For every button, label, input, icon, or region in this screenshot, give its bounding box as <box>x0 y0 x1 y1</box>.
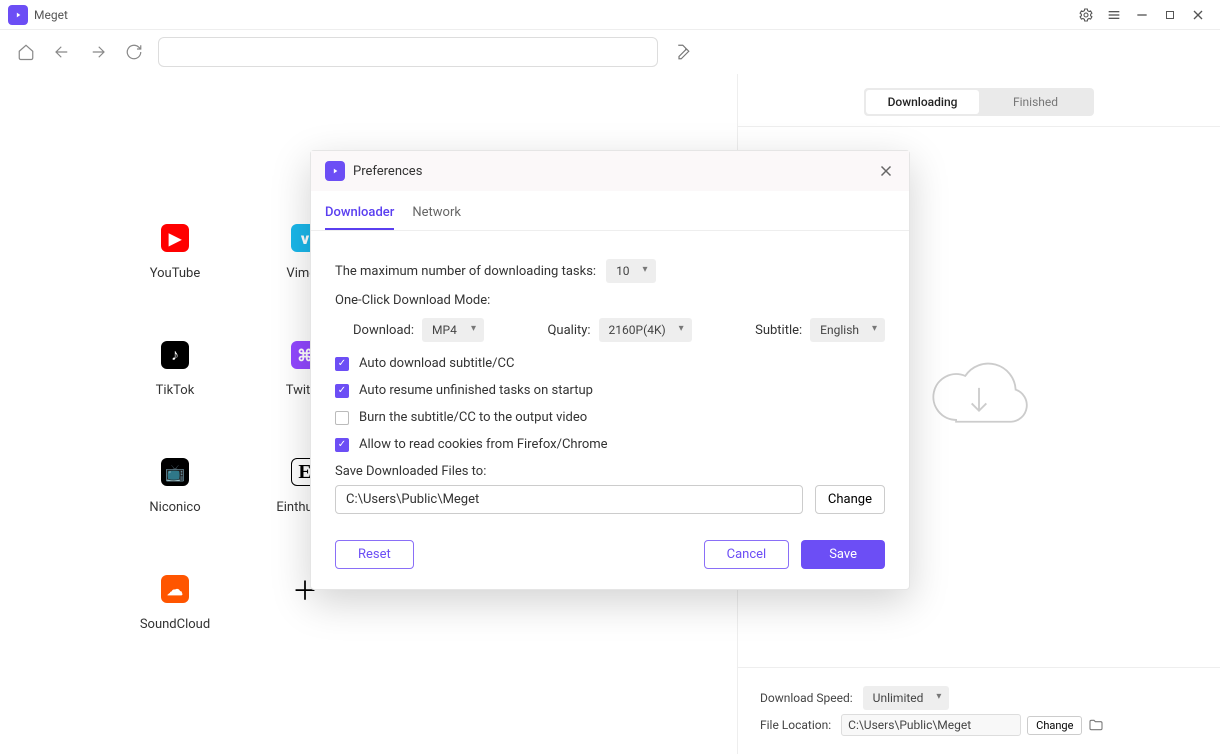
checkbox-row-auto_sub: Auto download subtitle/CC <box>335 356 885 371</box>
subtitle-select[interactable]: English <box>810 318 885 342</box>
checkbox-row-auto_resume: Auto resume unfinished tasks on startup <box>335 383 885 398</box>
dialog-title: Preferences <box>353 164 422 179</box>
overlay: Preferences Downloader Network The maxim… <box>0 0 1220 754</box>
checkbox-auto_resume[interactable] <box>335 384 349 398</box>
one-click-label: One-Click Download Mode: <box>335 293 885 308</box>
checkbox-auto_sub[interactable] <box>335 357 349 371</box>
max-tasks-select[interactable]: 10 <box>606 259 656 283</box>
checkbox-label: Burn the subtitle/CC to the output video <box>359 410 587 425</box>
checkbox-row-read_cookies: Allow to read cookies from Firefox/Chrom… <box>335 437 885 452</box>
dialog-tab-downloader[interactable]: Downloader <box>325 199 394 230</box>
save-button[interactable]: Save <box>801 540 885 569</box>
checkbox-label: Auto resume unfinished tasks on startup <box>359 383 593 398</box>
checkbox-label: Allow to read cookies from Firefox/Chrom… <box>359 437 608 452</box>
dialog-close-icon[interactable] <box>877 162 895 180</box>
download-format-select[interactable]: MP4 <box>422 318 484 342</box>
reset-button[interactable]: Reset <box>335 540 414 569</box>
max-tasks-label: The maximum number of downloading tasks: <box>335 264 596 279</box>
quality-label: Quality: <box>547 323 590 338</box>
save-path-change-button[interactable]: Change <box>815 485 885 514</box>
dialog-tabs: Downloader Network <box>311 191 909 231</box>
checkbox-label: Auto download subtitle/CC <box>359 356 514 371</box>
dialog-tab-network[interactable]: Network <box>412 199 461 230</box>
preferences-dialog: Preferences Downloader Network The maxim… <box>310 150 910 590</box>
subtitle-label: Subtitle: <box>755 323 802 338</box>
save-to-label: Save Downloaded Files to: <box>335 464 885 479</box>
download-format-label: Download: <box>353 323 414 338</box>
checkbox-burn_sub[interactable] <box>335 411 349 425</box>
save-path-input[interactable] <box>335 485 803 514</box>
dialog-header: Preferences <box>311 151 909 191</box>
cancel-button[interactable]: Cancel <box>704 540 790 569</box>
dialog-logo-icon <box>325 161 345 181</box>
checkbox-read_cookies[interactable] <box>335 438 349 452</box>
checkbox-row-burn_sub: Burn the subtitle/CC to the output video <box>335 410 885 425</box>
quality-select[interactable]: 2160P(4K) <box>599 318 692 342</box>
